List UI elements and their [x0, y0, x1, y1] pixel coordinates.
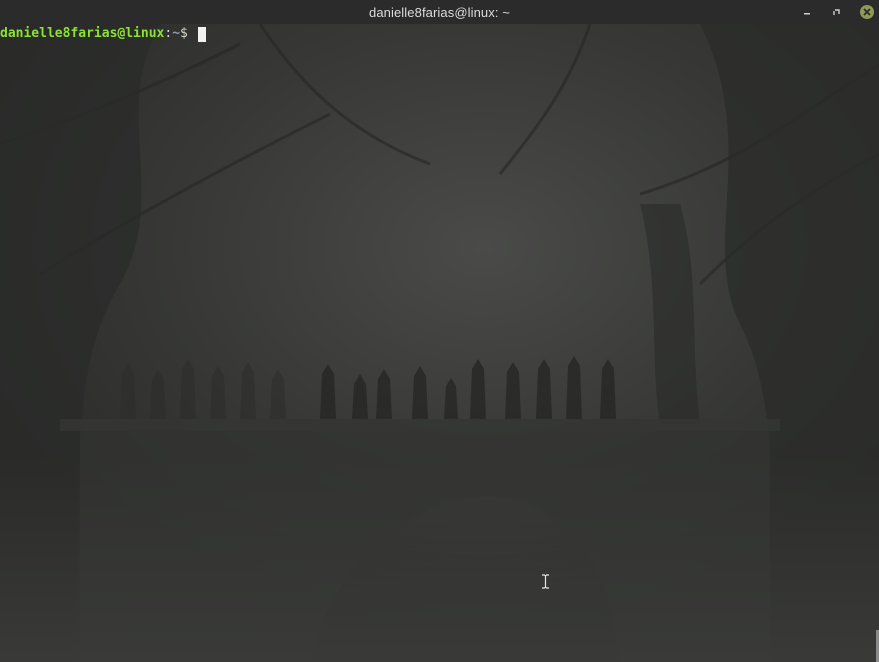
window-controls — [799, 0, 875, 24]
prompt-symbol: $ — [180, 26, 196, 41]
prompt-path: ~ — [172, 26, 181, 41]
title-bar[interactable]: danielle8farias@linux: ~ — [0, 0, 879, 24]
minimize-button[interactable] — [799, 4, 815, 20]
close-icon — [860, 5, 874, 19]
text-cursor — [197, 26, 206, 42]
maximize-icon — [833, 9, 840, 15]
prompt-line: danielle8farias@linux: ~ $ — [0, 25, 206, 43]
prompt-user-host: danielle8farias@linux — [0, 26, 165, 41]
terminal-area[interactable]: danielle8farias@linux: ~ $ — [0, 24, 879, 662]
minimize-icon — [804, 13, 810, 15]
close-button[interactable] — [859, 4, 875, 20]
terminal-window: danielle8farias@linux: ~ danielle8farias… — [0, 0, 879, 662]
ibeam-cursor-icon — [542, 574, 549, 589]
maximize-button[interactable] — [829, 4, 845, 20]
window-title: danielle8farias@linux: ~ — [369, 4, 510, 20]
background-image — [0, 24, 879, 662]
prompt-colon: : — [164, 26, 173, 41]
